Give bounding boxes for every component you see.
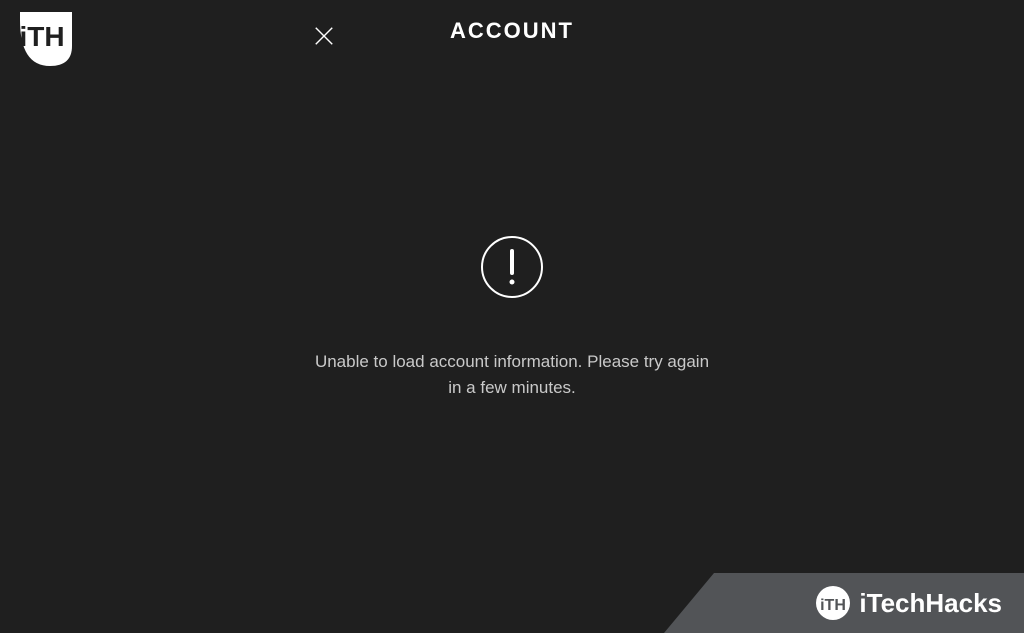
- watermark-label: iTechHacks: [859, 588, 1002, 619]
- error-message: Unable to load account information. Plea…: [312, 349, 712, 400]
- svg-text:iTH: iTH: [821, 597, 847, 614]
- watermark-badge: iTH iTechHacks: [714, 573, 1024, 633]
- error-panel: Unable to load account information. Plea…: [0, 235, 1024, 400]
- alert-icon: [480, 235, 544, 299]
- page-title: ACCOUNT: [0, 18, 1024, 44]
- watermark-logo-icon: iTH: [815, 585, 851, 621]
